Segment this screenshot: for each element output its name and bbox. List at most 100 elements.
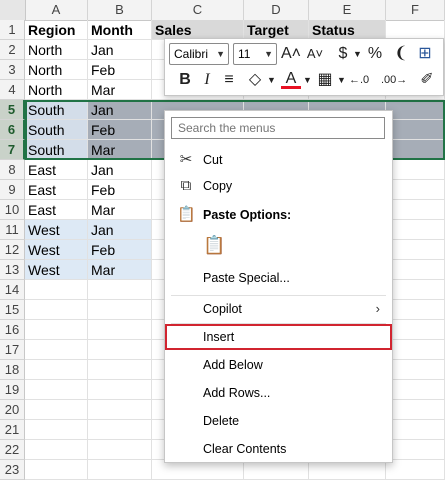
menu-item-add-below[interactable]: Add Below [165,352,392,378]
cell[interactable] [386,360,445,380]
cell[interactable]: Mar [88,80,152,100]
cell[interactable]: South [25,100,88,120]
cell[interactable]: North [25,60,88,80]
cell[interactable]: West [25,260,88,280]
cell[interactable]: Jan [88,100,152,120]
row-header[interactable]: 21 [0,420,25,440]
row-header[interactable]: 2 [0,40,25,60]
cell[interactable]: Feb [88,180,152,200]
row-header[interactable]: 19 [0,380,25,400]
accounting-format-button[interactable]: $ [333,43,353,65]
row-header[interactable]: 10 [0,200,25,220]
cell[interactable]: South [25,120,88,140]
cell[interactable] [25,360,88,380]
format-painter-button[interactable]: ✐ [417,69,437,91]
cell[interactable] [88,340,152,360]
cell[interactable] [25,300,88,320]
increase-decimal-button[interactable]: ←.0 [349,69,369,91]
cell[interactable] [88,320,152,340]
chevron-down-icon[interactable]: ▼ [353,43,362,65]
menu-item-clear-contents[interactable]: Clear Contents [165,436,392,462]
column-header-a[interactable]: A [25,0,88,20]
row-header[interactable]: 9 [0,180,25,200]
paste-option-keep-text[interactable]: 📋 [165,232,392,262]
column-header-d[interactable]: D [244,0,309,20]
cell[interactable] [88,380,152,400]
cell[interactable] [386,260,445,280]
column-header-c[interactable]: C [152,0,244,20]
menu-item-paste-special[interactable]: Paste Special... [165,265,392,291]
chevron-down-icon[interactable]: ▼ [267,69,276,91]
cell[interactable] [88,420,152,440]
row-header[interactable]: 20 [0,400,25,420]
menu-search-input[interactable] [171,117,385,139]
cell[interactable] [244,460,309,480]
cell[interactable] [309,460,386,480]
cell[interactable]: South [25,140,88,160]
cell[interactable]: Mar [88,260,152,280]
cell[interactable] [152,460,244,480]
decrease-font-size-button[interactable]: A˅ [305,43,325,65]
cell[interactable] [88,360,152,380]
font-color-button[interactable]: A [281,69,301,89]
row-header[interactable]: 7 [0,140,25,160]
cell[interactable]: Month [88,20,152,40]
column-header-b[interactable]: B [88,0,152,20]
bold-button[interactable]: B [175,69,195,91]
cell[interactable] [88,460,152,480]
italic-button[interactable]: I [197,69,217,91]
cell[interactable] [386,20,445,40]
cell[interactable] [386,160,445,180]
cell[interactable] [386,280,445,300]
cell[interactable]: Mar [88,200,152,220]
menu-item-add-rows[interactable]: Add Rows... [165,380,392,406]
decrease-decimal-button[interactable]: .00→ [381,69,407,91]
menu-item-copilot[interactable]: Copilot › [165,296,392,322]
cell[interactable] [25,280,88,300]
cell[interactable] [25,340,88,360]
cell[interactable]: North [25,40,88,60]
row-header[interactable]: 22 [0,440,25,460]
cell[interactable] [25,440,88,460]
cell[interactable]: Feb [88,60,152,80]
cell[interactable] [386,320,445,340]
cell[interactable] [25,400,88,420]
chevron-down-icon[interactable]: ▼ [337,69,346,91]
menu-item-cut[interactable]: ✂ Cut [165,147,392,173]
cell[interactable] [386,380,445,400]
cell[interactable] [386,400,445,420]
row-header[interactable]: 6 [0,120,25,140]
cell[interactable]: Feb [88,120,152,140]
cell[interactable] [25,380,88,400]
row-header[interactable]: 5 [0,100,25,120]
row-header[interactable]: 15 [0,300,25,320]
cell[interactable]: Region [25,20,88,40]
cell[interactable] [386,200,445,220]
cell[interactable] [386,220,445,240]
cell[interactable]: Mar [88,140,152,160]
cell[interactable] [386,240,445,260]
row-header[interactable]: 16 [0,320,25,340]
cell[interactable] [386,440,445,460]
cell[interactable] [25,460,88,480]
increase-font-size-button[interactable]: A˄ [281,43,301,65]
row-header[interactable]: 14 [0,280,25,300]
row-header[interactable]: 11 [0,220,25,240]
cell[interactable]: West [25,240,88,260]
column-header-f[interactable]: F [386,0,445,20]
cell[interactable] [386,420,445,440]
font-name-combo[interactable]: Calibri ▼ [169,43,229,65]
row-header[interactable]: 4 [0,80,25,100]
fill-color-button[interactable]: ◇ [245,69,265,91]
cell[interactable]: East [25,180,88,200]
cell[interactable]: Target [244,20,309,40]
comma-style-button[interactable]: ❨ [391,43,411,65]
percent-style-button[interactable]: % [365,43,385,65]
row-header[interactable]: 3 [0,60,25,80]
row-header[interactable]: 17 [0,340,25,360]
cell[interactable]: West [25,220,88,240]
cell[interactable] [386,460,445,480]
column-header-e[interactable]: E [309,0,386,20]
row-header[interactable]: 12 [0,240,25,260]
cell[interactable] [386,140,445,160]
